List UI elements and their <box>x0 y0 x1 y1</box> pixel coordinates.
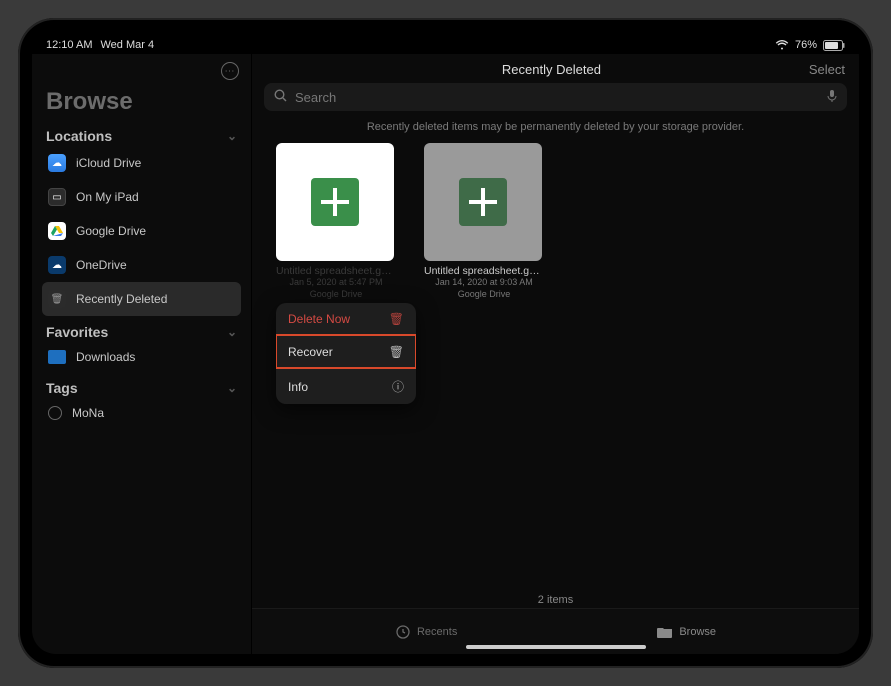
locations-label: Locations <box>46 128 112 144</box>
sidebar-item-label: Downloads <box>76 350 135 364</box>
page-title: Recently Deleted <box>294 62 809 77</box>
search-input[interactable]: Search <box>264 83 847 111</box>
favorites-header[interactable]: Favorites ⌄ <box>42 322 241 342</box>
ipad-frame: 12:10 AM Wed Mar 4 76% ⋯ Browse Location… <box>18 18 873 668</box>
sidebar-item-tag[interactable]: MoNa <box>42 398 241 428</box>
sidebar-item-downloads[interactable]: Downloads <box>42 342 241 372</box>
deletion-notice: Recently deleted items may be permanentl… <box>252 119 859 143</box>
file-thumbnail <box>424 143 542 261</box>
cloud-icon: ☁ <box>48 154 66 172</box>
context-menu: Delete Now 🗑 Recover 🗑 Info ⓘ <box>276 303 416 404</box>
ipad-icon: ▭ <box>48 188 66 206</box>
chevron-down-icon: ⌄ <box>227 381 237 395</box>
chevron-down-icon: ⌄ <box>227 325 237 339</box>
file-source: Google Drive <box>424 289 544 301</box>
sidebar: ⋯ Browse Locations ⌄ ☁ iCloud Drive ▭ On… <box>32 54 252 654</box>
onedrive-icon: ☁ <box>48 256 66 274</box>
locations-header[interactable]: Locations ⌄ <box>42 126 241 146</box>
info-icon: ⓘ <box>392 378 404 395</box>
file-grid: Untitled spreadsheet.gsheet Jan 5, 2020 … <box>252 143 859 300</box>
select-button[interactable]: Select <box>809 62 845 77</box>
menu-info[interactable]: Info ⓘ <box>276 368 416 404</box>
clock-icon <box>395 624 411 640</box>
folder-icon <box>657 624 673 640</box>
trash-icon: 🗑 <box>48 290 66 308</box>
home-indicator[interactable] <box>466 645 646 649</box>
spreadsheet-icon <box>311 178 359 226</box>
folder-icon <box>48 350 66 364</box>
sidebar-item-label: Google Drive <box>76 224 146 238</box>
status-bar: 12:10 AM Wed Mar 4 76% <box>32 32 859 54</box>
menu-label: Info <box>288 380 308 394</box>
topbar: Recently Deleted Select <box>252 54 859 79</box>
file-source: Google Drive <box>276 289 396 301</box>
sidebar-item-icloud[interactable]: ☁ iCloud Drive <box>42 146 241 180</box>
menu-label: Recover <box>288 345 333 359</box>
trash-icon: 🗑 <box>389 312 404 326</box>
sidebar-item-onmyipad[interactable]: ▭ On My iPad <box>42 180 241 214</box>
tab-label: Browse <box>679 626 716 638</box>
files-app: ⋯ Browse Locations ⌄ ☁ iCloud Drive ▭ On… <box>32 54 859 654</box>
google-drive-icon <box>48 222 66 240</box>
spreadsheet-icon <box>459 178 507 226</box>
tab-browse[interactable]: Browse <box>657 624 716 640</box>
browse-title: Browse <box>46 88 237 116</box>
status-date: Wed Mar 4 <box>100 39 154 51</box>
sidebar-item-label: On My iPad <box>76 190 139 204</box>
more-options-icon[interactable]: ⋯ <box>221 62 239 80</box>
tag-circle-icon <box>48 406 62 420</box>
tags-header[interactable]: Tags ⌄ <box>42 378 241 398</box>
sidebar-item-googledrive[interactable]: Google Drive <box>42 214 241 248</box>
chevron-down-icon: ⌄ <box>227 129 237 143</box>
search-icon <box>274 89 287 105</box>
sidebar-item-onedrive[interactable]: ☁ OneDrive <box>42 248 241 282</box>
tab-recents[interactable]: Recents <box>395 624 457 640</box>
item-count: 2 items <box>252 594 859 606</box>
battery-icon <box>823 40 845 51</box>
menu-recover[interactable]: Recover 🗑 <box>276 335 416 368</box>
menu-delete-now[interactable]: Delete Now 🗑 <box>276 303 416 335</box>
file-item[interactable]: Untitled spreadsheet.gsheet Jan 5, 2020 … <box>276 143 396 300</box>
sidebar-item-label: Recently Deleted <box>76 292 167 306</box>
microphone-icon[interactable] <box>827 89 837 106</box>
file-name: Untitled spreadsheet.gsheet <box>276 265 396 277</box>
screen: 12:10 AM Wed Mar 4 76% ⋯ Browse Location… <box>32 32 859 654</box>
recover-icon: 🗑 <box>389 345 404 359</box>
status-time: 12:10 AM <box>46 39 92 51</box>
favorites-label: Favorites <box>46 324 108 340</box>
file-thumbnail <box>276 143 394 261</box>
search-placeholder: Search <box>295 90 336 105</box>
tab-label: Recents <box>417 626 457 638</box>
sidebar-item-label: OneDrive <box>76 258 127 272</box>
battery-percent: 76% <box>795 39 817 51</box>
file-date: Jan 14, 2020 at 9:03 AM <box>424 277 544 289</box>
tags-label: Tags <box>46 380 78 396</box>
wifi-icon <box>775 40 789 50</box>
sidebar-item-label: iCloud Drive <box>76 156 141 170</box>
sidebar-item-label: MoNa <box>72 406 104 420</box>
main-content: Recently Deleted Select Search Recently … <box>252 54 859 654</box>
menu-label: Delete Now <box>288 312 350 326</box>
sidebar-item-recently-deleted[interactable]: 🗑 Recently Deleted <box>42 282 241 316</box>
file-item[interactable]: Untitled spreadsheet.gsheet Jan 14, 2020… <box>424 143 544 300</box>
file-name: Untitled spreadsheet.gsheet <box>424 265 544 277</box>
file-date: Jan 5, 2020 at 5:47 PM <box>276 277 396 289</box>
